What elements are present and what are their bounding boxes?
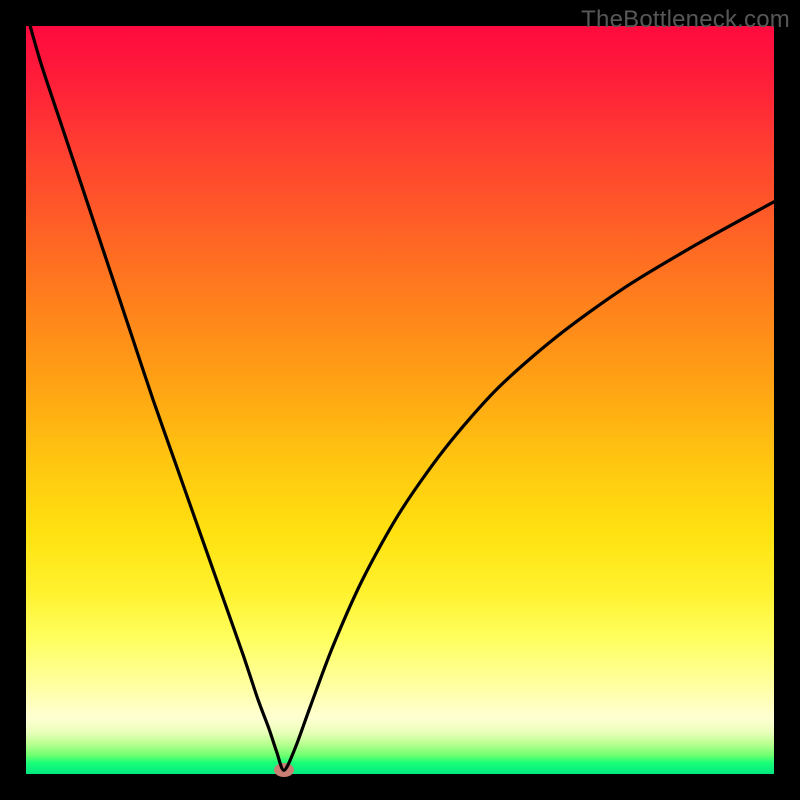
plot-area xyxy=(26,26,774,774)
bottleneck-curve xyxy=(26,26,774,774)
chart-frame: TheBottleneck.com xyxy=(0,0,800,800)
watermark-text: TheBottleneck.com xyxy=(581,6,790,34)
